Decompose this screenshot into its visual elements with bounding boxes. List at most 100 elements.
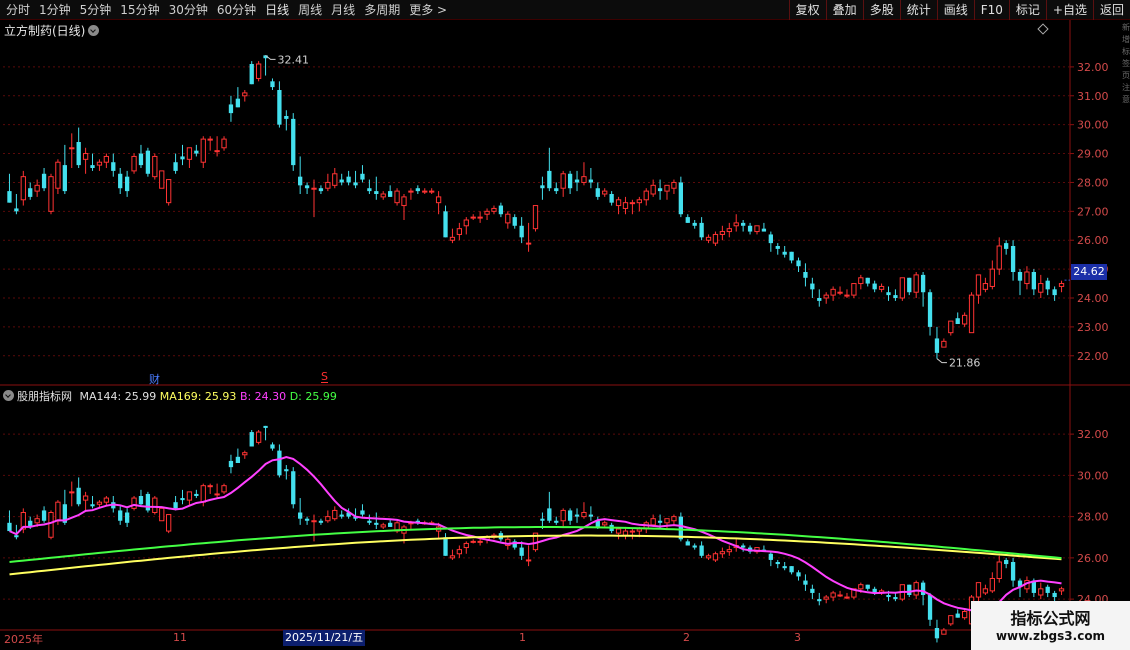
candle-body [62,165,67,192]
candle-body [622,202,629,209]
candle-body [228,104,234,114]
ind-candle-body [1038,588,1044,596]
candle-body [747,225,753,232]
watermark-title: 指标公式网 [1010,608,1091,628]
ind-candle-body [975,582,982,598]
ind-candle-body [214,493,220,496]
candle-body [878,285,885,290]
ind-candle-body [726,549,732,553]
side-strip-char: 标 [1122,47,1130,56]
ind-candle-body [96,501,103,505]
side-strip-char: 意 [1122,95,1130,104]
candle-body [941,340,947,348]
candle-body [532,205,539,230]
ind-candle-body [242,452,248,456]
ind-candle-body [961,611,968,619]
right-side-strip[interactable]: 新增标签页注意 [1122,22,1130,377]
candle-body [615,199,622,207]
chevron-down-icon[interactable] [3,390,14,401]
side-strip-char: 新 [1122,23,1130,32]
candle-body [595,188,600,197]
ind-candle-body [547,508,552,521]
date-label: 3 [794,631,801,644]
ind-candle-body [145,493,151,511]
candle-body [581,176,587,183]
candle-body [339,179,344,183]
current-price-tag: 24.62 [1071,264,1107,280]
date-label: 11 [173,631,187,644]
candle-body [872,283,877,290]
low-label: 21.86 [949,357,981,370]
candle-body [858,277,864,285]
ind-candle-body [380,524,386,528]
candle-body [844,294,850,297]
ind-candle-body [554,520,559,523]
candlestick-chart[interactable]: 22.0023.0024.0025.0026.0027.0028.0029.00… [0,0,1130,650]
candle-body [643,190,649,201]
ind-candle-body [685,541,690,546]
candle-body [505,213,511,224]
candle-body [1004,243,1009,249]
candle-body [28,188,33,197]
candle-body [851,283,857,296]
finance-event-marker[interactable]: 财 [149,371,160,387]
candle-body [920,274,926,293]
candle-body [380,193,386,198]
s-event-marker[interactable]: S [321,371,328,383]
ind-candle-body [367,520,372,523]
candle-body [1045,280,1050,290]
candle-body [498,205,504,215]
candle-body [955,318,960,324]
ind-candle-body [719,551,726,555]
ind-candle-body [574,514,580,517]
price-tick-label: 32.00 [1077,61,1109,74]
price-tick-label: 27.00 [1077,205,1109,218]
ind-candle-body [118,510,123,521]
candle-body [214,150,220,153]
ind-candle-body [789,566,794,573]
candle-body [284,116,289,119]
indicator-name[interactable]: 股朋指标网 [17,390,72,403]
candle-body [574,179,580,183]
candle-body [55,161,61,189]
ind-candle-body [664,518,670,524]
ind-candle-body [602,522,608,526]
candle-body [145,150,151,174]
ind-candle-body [817,599,822,602]
ind-candle-body [124,512,130,523]
candle-body [298,176,303,186]
candle-body [242,92,248,97]
price-tick-label: 29.00 [1077,148,1109,161]
ind-candle-body [671,516,677,522]
ind-candle-body [588,514,594,517]
candle-body [96,161,103,166]
price-tick-label: 24.00 [1077,292,1109,305]
ind-candle-body [180,498,185,501]
candle-body [82,153,89,160]
ind-candle-body [1045,586,1050,593]
ind-candle-body [955,613,960,618]
candle-body [1010,246,1016,272]
ind-candle-body [796,572,801,577]
candle-body [1058,283,1065,287]
candle-body [374,191,379,194]
candle-body [34,184,40,192]
candle-body [650,184,656,195]
ind-candle-body [14,535,19,538]
candle-body [664,184,670,192]
candle-body [249,64,254,85]
ind-candle-body [913,582,919,596]
ind-candle-body [519,547,524,556]
ind-candle-body [830,592,836,598]
ind-candle-body [1052,592,1057,598]
candle-body [311,187,317,190]
candle-body [886,292,891,296]
candle-body [353,182,358,186]
candle-body [90,165,95,168]
ind-candle-body [173,502,178,509]
ind-candle-body [768,553,773,560]
candle-body [705,236,712,241]
chevron-down-icon[interactable] [88,25,100,36]
ind-candle-body [207,485,213,488]
ind-candle-body [69,491,75,494]
